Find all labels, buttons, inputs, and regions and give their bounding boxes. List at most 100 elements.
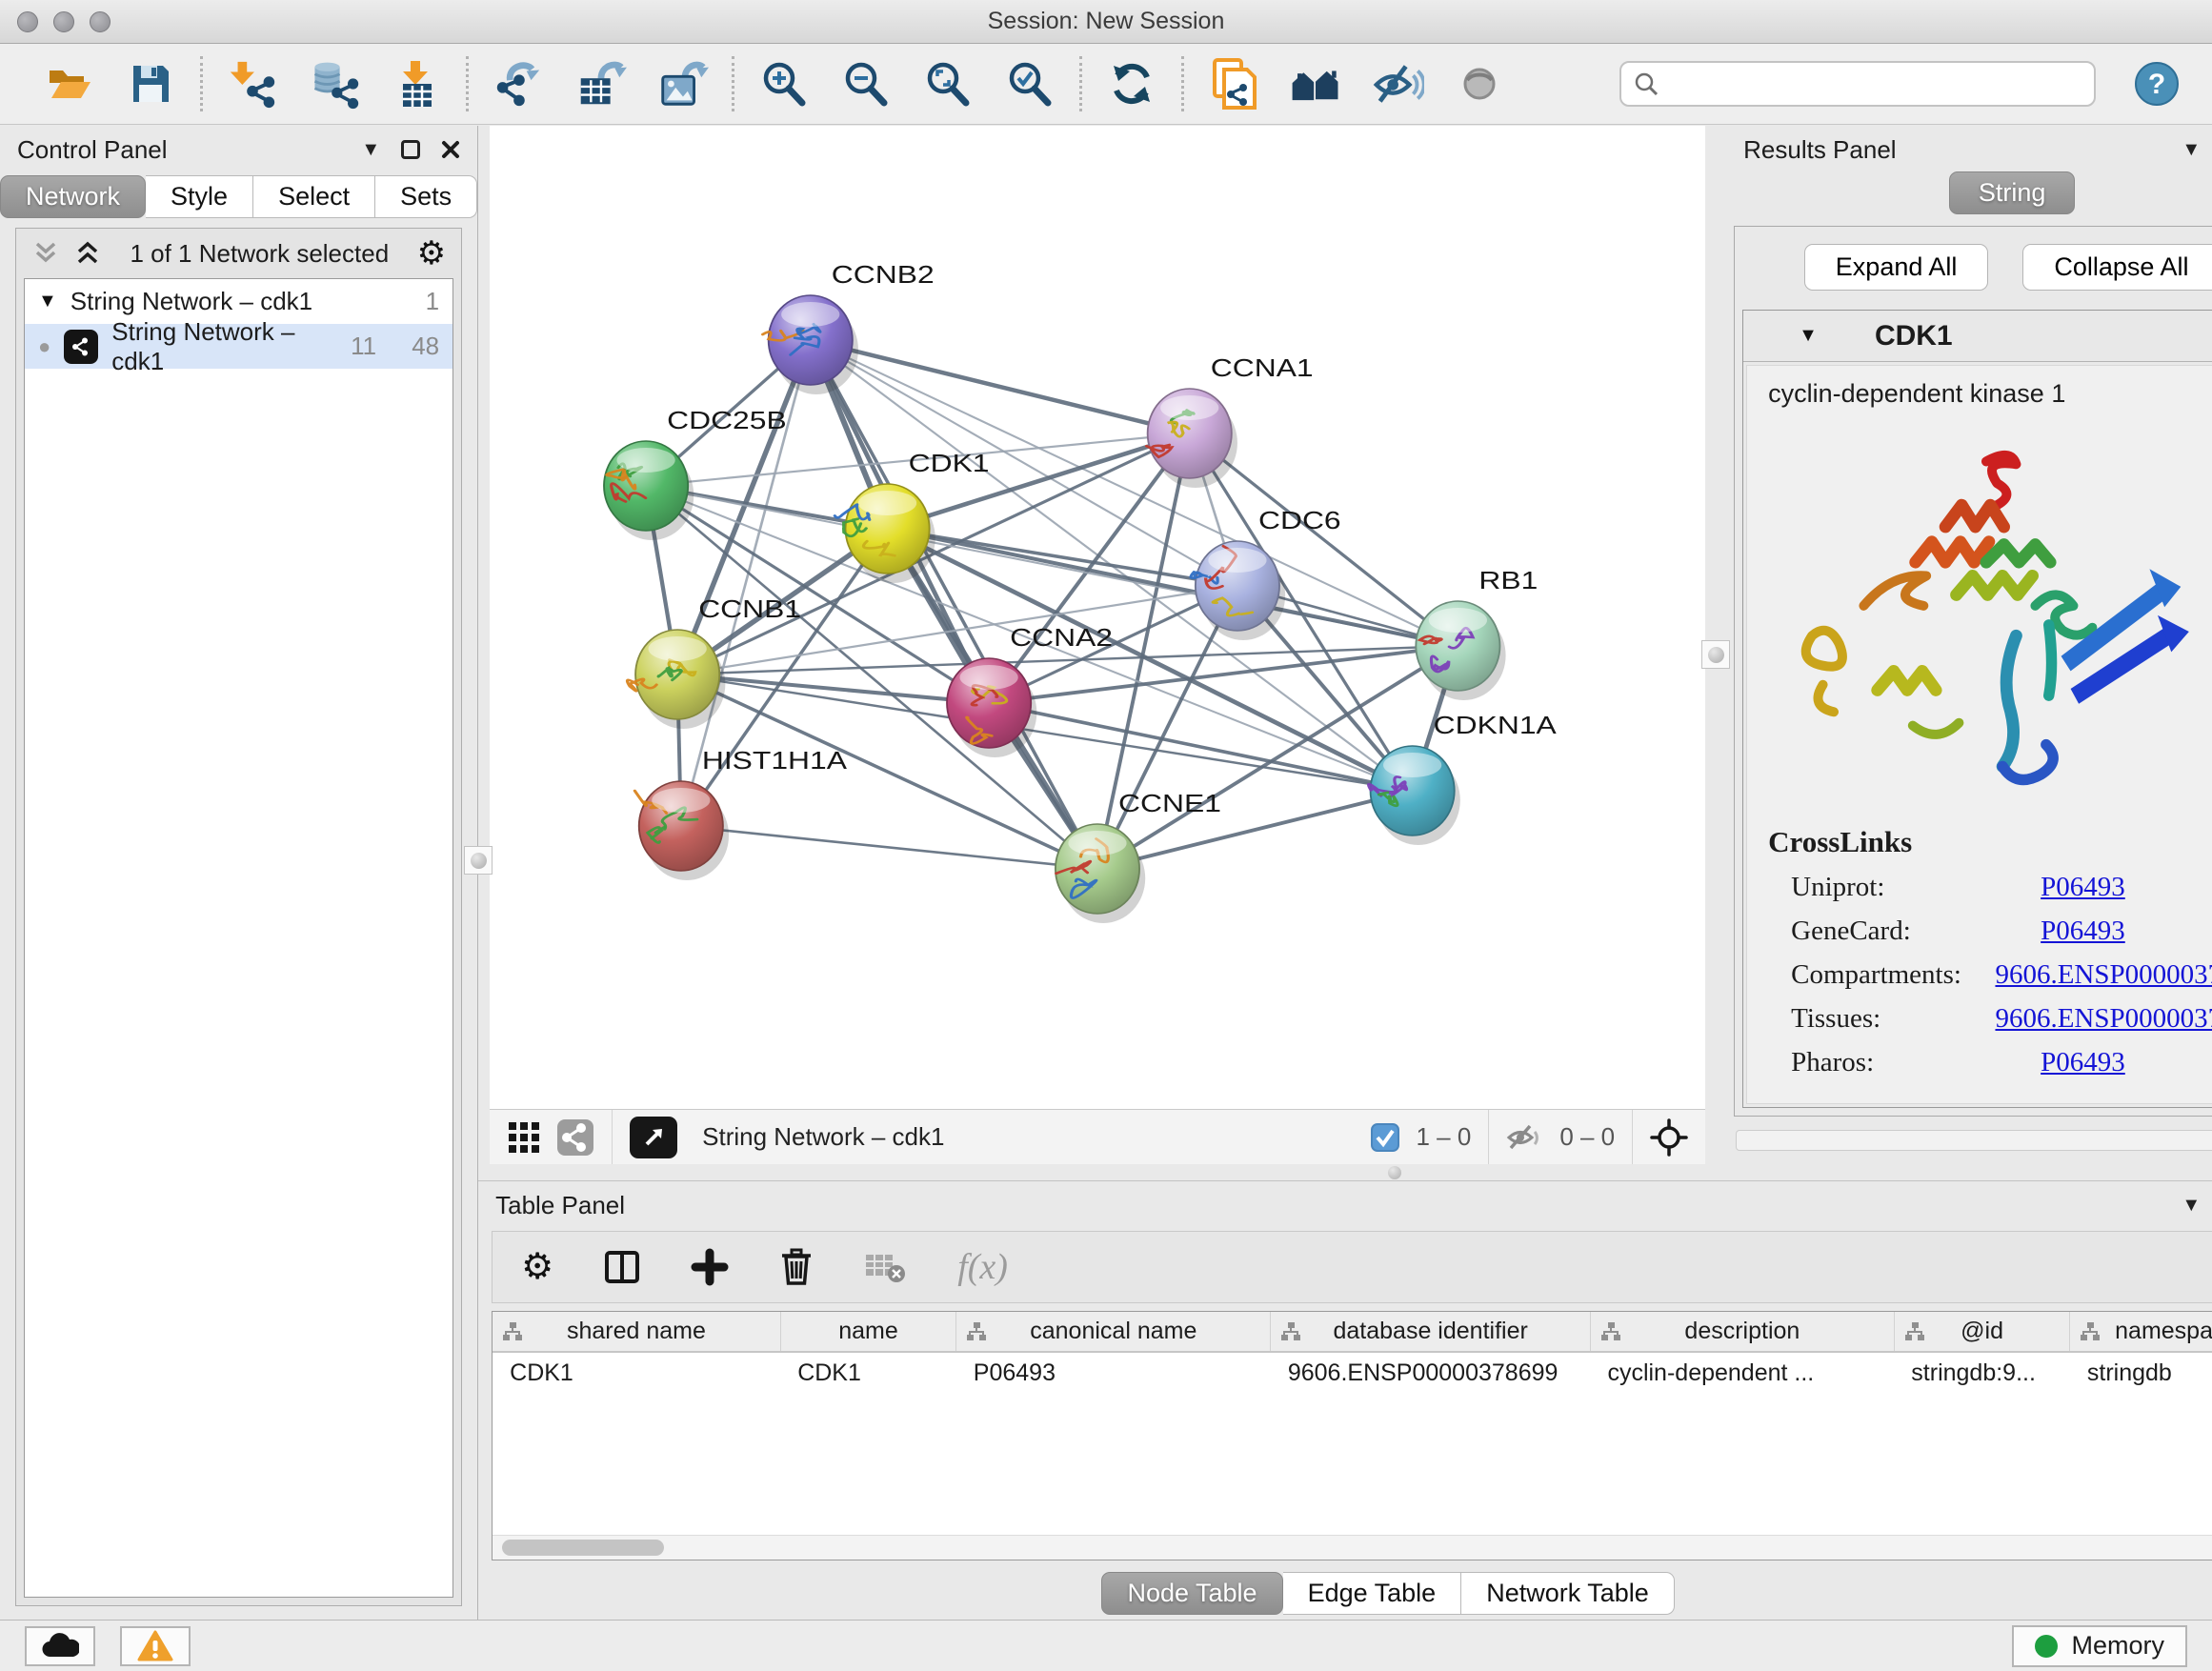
network-node-CCNE1[interactable]: CCNE1 xyxy=(1056,791,1221,923)
node-label-CCNE1: CCNE1 xyxy=(1118,791,1221,818)
col-name[interactable]: name xyxy=(780,1312,956,1352)
tab-network[interactable]: Network xyxy=(0,175,146,218)
node-table: shared name name canonical name database… xyxy=(492,1311,2212,1560)
control-panel-collapse-icon[interactable]: ▼ xyxy=(361,139,380,161)
network-node-CCNA1[interactable]: CCNA1 xyxy=(1147,355,1314,488)
create-column-icon[interactable] xyxy=(691,1248,729,1286)
save-session-icon[interactable] xyxy=(124,57,177,111)
tab-node-table[interactable]: Node Table xyxy=(1101,1572,1282,1615)
crosslink-genecard-link[interactable]: P06493 xyxy=(2041,916,2125,947)
tab-network-table[interactable]: Network Table xyxy=(1461,1572,1675,1615)
zoom-fit-content-icon[interactable] xyxy=(921,57,975,111)
hide-selected-icon[interactable] xyxy=(1371,57,1424,111)
node-label-CDC6: CDC6 xyxy=(1258,508,1341,535)
col-id[interactable]: @id xyxy=(1894,1312,2070,1352)
import-network-from-database-icon[interactable] xyxy=(308,57,361,111)
export-network-icon[interactable] xyxy=(492,57,545,111)
gene-collapse-icon[interactable]: ▼ xyxy=(1799,325,1818,347)
network-edge-CCNB2-CCNA1[interactable] xyxy=(811,340,1190,433)
col-shared-name[interactable]: shared name xyxy=(493,1312,780,1352)
tab-edge-table[interactable]: Edge Table xyxy=(1283,1572,1462,1615)
left-splitter-handle[interactable] xyxy=(464,846,493,875)
control-panel-close-icon[interactable] xyxy=(441,140,460,159)
col-database-identifier[interactable]: database identifier xyxy=(1271,1312,1591,1352)
fit-crosshair-icon[interactable] xyxy=(1650,1118,1688,1157)
birds-eye-view-icon[interactable] xyxy=(630,1117,677,1158)
crosslink-pharos-link[interactable]: P06493 xyxy=(2041,1047,2125,1078)
expand-all-button[interactable]: Expand All xyxy=(1804,244,1989,291)
title-bar: Session: New Session xyxy=(0,0,2212,44)
network-thumbnail-icon[interactable] xyxy=(556,1118,594,1157)
zoom-selected-icon[interactable] xyxy=(1003,57,1056,111)
cytoscape-window: Session: New Session xyxy=(0,0,2212,1671)
first-neighbors-icon[interactable] xyxy=(1289,57,1342,111)
right-splitter[interactable] xyxy=(1705,126,1726,1164)
table-horizontal-scrollbar[interactable] xyxy=(493,1535,2212,1560)
memory-label: Memory xyxy=(2071,1631,2164,1661)
selected-checkbox-icon[interactable] xyxy=(1370,1122,1400,1153)
network-node-CDC6[interactable]: CDC6 xyxy=(1191,508,1341,640)
table-row[interactable]: CDK1 CDK1 P06493 9606.ENSP00000378699 cy… xyxy=(493,1352,2212,1394)
update-network-icon[interactable] xyxy=(1105,57,1158,111)
network-node-CDKN1A[interactable]: CDKN1A xyxy=(1369,713,1558,845)
automation-cloud-button[interactable] xyxy=(25,1626,95,1666)
grid-view-icon[interactable] xyxy=(507,1120,541,1155)
show-columns-icon[interactable] xyxy=(603,1248,641,1286)
expand-all-networks-icon[interactable] xyxy=(73,240,102,267)
tab-sets[interactable]: Sets xyxy=(375,175,477,218)
col-namespace[interactable]: namespace xyxy=(2070,1312,2212,1352)
memory-button[interactable]: Memory xyxy=(2012,1625,2187,1667)
search-icon xyxy=(1633,70,1659,97)
network-row[interactable]: ● String Network – cdk1 11 48 xyxy=(25,324,452,369)
hidden-eye-icon[interactable] xyxy=(1506,1122,1544,1153)
table-options-gear-icon[interactable]: ⚙ xyxy=(521,1249,553,1285)
string-functions-icon[interactable] xyxy=(1207,57,1260,111)
network-node-RB1[interactable]: RB1 xyxy=(1416,568,1538,700)
export-image-icon[interactable] xyxy=(655,57,709,111)
zoom-out-icon[interactable] xyxy=(839,57,893,111)
help-icon[interactable]: ? xyxy=(2130,57,2183,111)
zoom-in-icon[interactable] xyxy=(757,57,811,111)
network-node-CCNB1[interactable]: CCNB1 xyxy=(628,596,802,729)
right-splitter-handle[interactable] xyxy=(1701,640,1730,669)
network-status-dot: ● xyxy=(38,334,50,359)
column-type-icon xyxy=(502,1321,523,1349)
network-item-label: String Network – cdk1 xyxy=(111,317,313,376)
tab-style[interactable]: Style xyxy=(146,175,253,218)
table-panel: Table Panel ▼ ⚙ f(x) xyxy=(478,1180,2212,1620)
table-splitter[interactable] xyxy=(478,1164,2212,1180)
crosslink-uniprot-link[interactable]: P06493 xyxy=(2041,872,2125,903)
collapse-all-networks-icon[interactable] xyxy=(31,240,60,267)
network-options-gear-icon[interactable]: ⚙ xyxy=(417,237,446,270)
warnings-button[interactable] xyxy=(120,1626,191,1666)
network-node-CCNB2[interactable]: CCNB2 xyxy=(763,262,935,394)
delete-column-icon[interactable] xyxy=(778,1247,814,1287)
gene-section-header[interactable]: ▼ CDK1 xyxy=(1743,311,2212,362)
control-panel-float-icon[interactable] xyxy=(401,140,420,159)
table-panel-collapse-icon[interactable]: ▼ xyxy=(2182,1195,2201,1217)
network-edge-HIST1H1A-CCNE1[interactable] xyxy=(681,826,1097,869)
export-table-icon[interactable] xyxy=(573,57,627,111)
open-session-icon[interactable] xyxy=(42,57,95,111)
collapse-all-button[interactable]: Collapse All xyxy=(2022,244,2212,291)
search-box[interactable] xyxy=(1619,61,2096,107)
network-node-CDK1[interactable]: CDK1 xyxy=(835,451,989,583)
column-type-icon xyxy=(1600,1321,1621,1349)
scrollbar-thumb[interactable] xyxy=(502,1540,664,1556)
crosslink-compartments-link[interactable]: 9606.ENSP00000378699 xyxy=(1995,959,2212,991)
results-panel-collapse-icon[interactable]: ▼ xyxy=(2182,139,2201,161)
network-canvas[interactable]: CCNB2CCNA1CDC25BCDK1CDC6RB1CCNB1CCNA2CDK… xyxy=(490,126,1705,1109)
network-node-HIST1H1A[interactable]: HIST1H1A xyxy=(634,748,847,880)
col-canonical-name[interactable]: canonical name xyxy=(956,1312,1271,1352)
col-description[interactable]: description xyxy=(1590,1312,1894,1352)
crosslink-tissues-link[interactable]: 9606.ENSP00000378699 xyxy=(1995,1003,2212,1035)
tab-select[interactable]: Select xyxy=(253,175,375,218)
search-input[interactable] xyxy=(1669,70,2082,97)
network-edge-CCNB2-CCNE1[interactable] xyxy=(811,340,1097,869)
tab-string-results[interactable]: String xyxy=(1949,171,2076,214)
import-table-from-file-icon[interactable] xyxy=(390,57,443,111)
collection-expand-icon[interactable]: ▼ xyxy=(38,291,57,312)
import-network-from-file-icon[interactable] xyxy=(226,57,279,111)
show-hidden-icon[interactable] xyxy=(1453,57,1506,111)
results-horizontal-scrollbar[interactable] xyxy=(1736,1130,2212,1151)
